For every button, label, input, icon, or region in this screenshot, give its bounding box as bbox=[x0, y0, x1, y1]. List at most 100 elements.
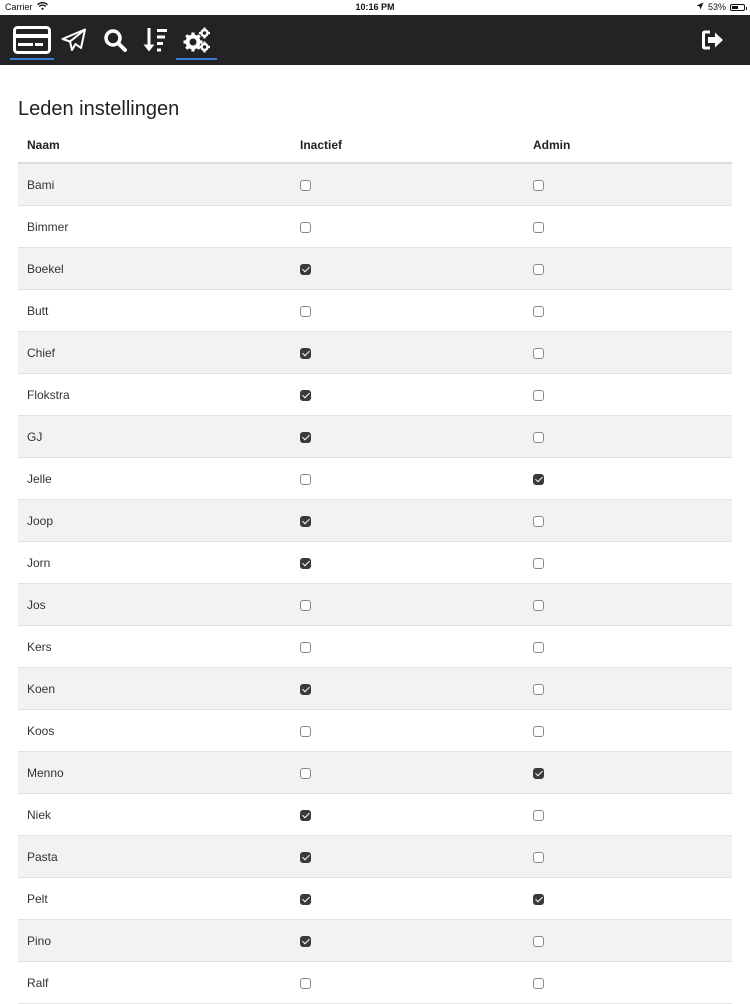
inactive-checkbox[interactable] bbox=[300, 305, 311, 317]
admin-checkbox[interactable] bbox=[533, 935, 544, 947]
inactive-checkbox[interactable] bbox=[300, 179, 311, 191]
inactive-checkbox[interactable] bbox=[300, 977, 311, 989]
page-title: Leden instellingen bbox=[18, 98, 180, 120]
inactive-cell bbox=[291, 304, 524, 318]
battery-level bbox=[732, 5, 738, 9]
admin-checkbox[interactable] bbox=[533, 389, 544, 401]
status-bar: Carrier 10:16 PM 53% bbox=[0, 0, 750, 15]
admin-cell bbox=[524, 346, 732, 360]
admin-cell bbox=[524, 934, 732, 948]
admin-cell bbox=[524, 598, 732, 612]
header-name: Naam bbox=[27, 138, 60, 152]
admin-cell bbox=[524, 640, 732, 654]
table-row: Kers bbox=[18, 626, 732, 668]
nav-sort[interactable] bbox=[139, 15, 171, 65]
inactive-checkbox[interactable] bbox=[300, 557, 311, 569]
inactive-checkbox[interactable] bbox=[300, 935, 311, 947]
logout-button[interactable] bbox=[698, 15, 728, 65]
admin-cell bbox=[524, 220, 732, 234]
status-right: 53% bbox=[696, 2, 747, 12]
table-row: Bami bbox=[18, 164, 732, 206]
member-name: Jelle bbox=[27, 471, 52, 486]
admin-checkbox[interactable] bbox=[533, 515, 544, 527]
member-name: Pelt bbox=[27, 891, 48, 906]
inactive-cell bbox=[291, 682, 524, 696]
admin-checkbox[interactable] bbox=[533, 893, 544, 905]
sign-out-icon bbox=[702, 30, 724, 50]
inactive-checkbox[interactable] bbox=[300, 683, 311, 695]
member-name: Jorn bbox=[27, 555, 51, 570]
top-navbar bbox=[0, 15, 750, 65]
admin-checkbox[interactable] bbox=[533, 431, 544, 443]
admin-checkbox[interactable] bbox=[533, 767, 544, 779]
inactive-checkbox[interactable] bbox=[300, 347, 311, 359]
admin-checkbox[interactable] bbox=[533, 977, 544, 989]
inactive-checkbox[interactable] bbox=[300, 599, 311, 611]
member-name: Kers bbox=[27, 639, 52, 654]
status-time: 10:16 PM bbox=[355, 2, 395, 12]
table-body: Bami Bimmer Boekel Butt Chief Flokstra GJ Jelle… bbox=[18, 164, 732, 1004]
admin-cell bbox=[524, 556, 732, 570]
admin-checkbox[interactable] bbox=[533, 725, 544, 737]
admin-checkbox[interactable] bbox=[533, 641, 544, 653]
nav-send[interactable] bbox=[58, 15, 90, 65]
table-row: Jelle bbox=[18, 458, 732, 500]
member-name: Chief bbox=[27, 345, 56, 360]
admin-checkbox[interactable] bbox=[533, 473, 544, 485]
nav-cards[interactable] bbox=[10, 15, 54, 65]
inactive-checkbox[interactable] bbox=[300, 851, 311, 863]
admin-checkbox[interactable] bbox=[533, 557, 544, 569]
admin-cell bbox=[524, 472, 732, 486]
inactive-checkbox[interactable] bbox=[300, 641, 311, 653]
inactive-checkbox[interactable] bbox=[300, 389, 311, 401]
header-admin: Admin bbox=[533, 138, 571, 152]
admin-cell bbox=[524, 850, 732, 864]
inactive-checkbox[interactable] bbox=[300, 893, 311, 905]
inactive-checkbox[interactable] bbox=[300, 221, 311, 233]
member-name: Boekel bbox=[27, 261, 64, 276]
table-row: Koos bbox=[18, 710, 732, 752]
battery-percent: 53% bbox=[707, 2, 726, 12]
admin-checkbox[interactable] bbox=[533, 179, 544, 191]
admin-checkbox[interactable] bbox=[533, 809, 544, 821]
nav-settings[interactable] bbox=[176, 15, 217, 65]
admin-cell bbox=[524, 262, 732, 276]
inactive-checkbox[interactable] bbox=[300, 431, 311, 443]
inactive-checkbox[interactable] bbox=[300, 473, 311, 485]
member-name: GJ bbox=[27, 429, 43, 444]
member-name: Joop bbox=[27, 513, 54, 528]
inactive-cell bbox=[291, 850, 524, 864]
member-name: Pino bbox=[27, 933, 52, 948]
inactive-cell bbox=[291, 388, 524, 402]
table-row: Pino bbox=[18, 920, 732, 962]
inactive-checkbox[interactable] bbox=[300, 767, 311, 779]
admin-checkbox[interactable] bbox=[533, 599, 544, 611]
member-name: Koen bbox=[27, 681, 56, 696]
table-row: Niek bbox=[18, 794, 732, 836]
admin-checkbox[interactable] bbox=[533, 221, 544, 233]
header-inactive: Inactief bbox=[300, 138, 343, 152]
admin-checkbox[interactable] bbox=[533, 683, 544, 695]
member-name: Menno bbox=[27, 765, 64, 780]
inactive-cell bbox=[291, 724, 524, 738]
member-name: Koos bbox=[27, 723, 55, 738]
admin-checkbox[interactable] bbox=[533, 347, 544, 359]
table-row: Jorn bbox=[18, 542, 732, 584]
admin-checkbox[interactable] bbox=[533, 263, 544, 275]
inactive-cell bbox=[291, 472, 524, 486]
credit-card-icon bbox=[13, 26, 51, 54]
admin-checkbox[interactable] bbox=[533, 851, 544, 863]
cogs-icon bbox=[183, 27, 211, 53]
members-table: Naam Inactief Admin Bami Bimmer Boekel Butt… bbox=[18, 128, 732, 1004]
inactive-checkbox[interactable] bbox=[300, 725, 311, 737]
inactive-checkbox[interactable] bbox=[300, 809, 311, 821]
member-name: Ralf bbox=[27, 975, 49, 990]
admin-cell bbox=[524, 808, 732, 822]
inactive-checkbox[interactable] bbox=[300, 263, 311, 275]
inactive-checkbox[interactable] bbox=[300, 515, 311, 527]
table-row: Pasta bbox=[18, 836, 732, 878]
table-row: GJ bbox=[18, 416, 732, 458]
nav-search[interactable] bbox=[99, 15, 131, 65]
table-row: Boekel bbox=[18, 248, 732, 290]
admin-checkbox[interactable] bbox=[533, 305, 544, 317]
